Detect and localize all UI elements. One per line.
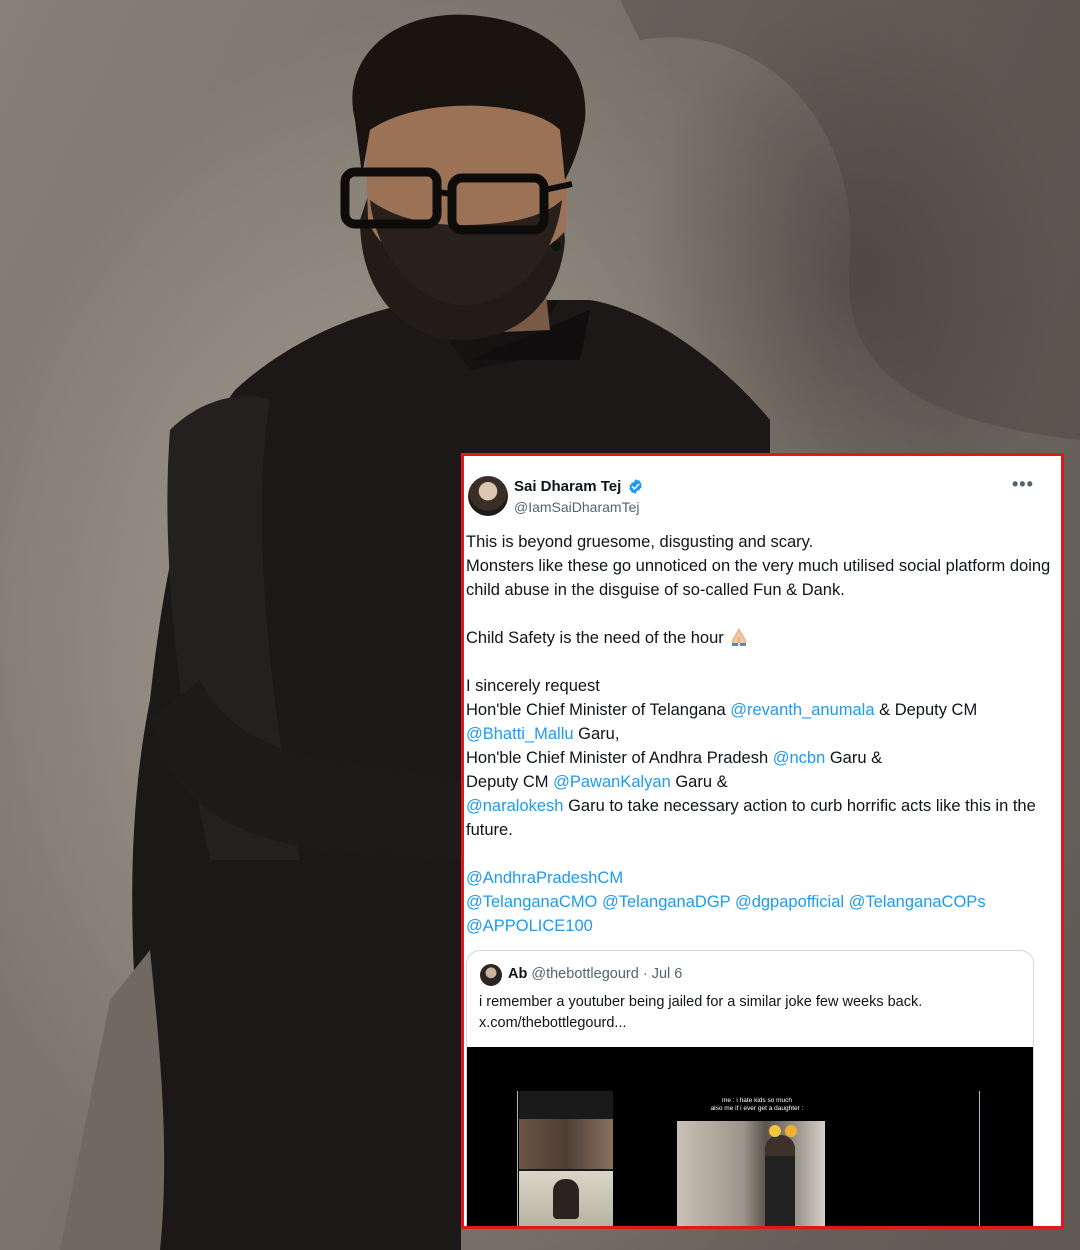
video-call-thumbnail xyxy=(519,1091,613,1226)
divider xyxy=(979,1091,980,1226)
mention-link[interactable]: @AndhraPradeshCM xyxy=(466,869,623,887)
folded-hands-icon xyxy=(731,628,747,646)
mention-link[interactable]: @TelanganaDGP xyxy=(602,893,730,911)
tweet-card: Sai Dharam Tej @IamSaiDharamTej ••• This… xyxy=(461,453,1064,1229)
meme-caption: me : i hate kids so much also me if i ev… xyxy=(687,1097,827,1113)
author-name[interactable]: Sai Dharam Tej xyxy=(514,478,621,495)
mention-link[interactable]: @Bhatti_Mallu xyxy=(466,725,574,743)
tweet-line: Monsters like these go unnoticed on the … xyxy=(466,557,1051,599)
quoted-avatar[interactable] xyxy=(480,964,502,986)
divider xyxy=(517,1091,518,1226)
quoted-tweet[interactable]: Ab @thebottlegourd · Jul 6 i remember a … xyxy=(466,950,1034,1226)
quoted-text: i remember a youtuber being jailed for a… xyxy=(479,992,1019,1034)
tweet-text-span: Hon'ble Chief Minister of Andhra Pradesh xyxy=(466,749,773,767)
quoted-handle[interactable]: @thebottlegourd xyxy=(531,966,638,982)
tweet-text-span: Deputy CM xyxy=(466,773,554,791)
tweet-line: @APPOLICE100 xyxy=(466,914,1051,938)
tweet-text-span: Child Safety is the need of the hour xyxy=(466,629,724,647)
quoted-header: Ab @thebottlegourd · Jul 6 xyxy=(508,966,682,982)
mention-link[interactable]: @APPOLICE100 xyxy=(466,917,593,935)
tweet-text: This is beyond gruesome, disgusting and … xyxy=(466,530,1051,938)
tweet-line: This is beyond gruesome, disgusting and … xyxy=(466,533,814,551)
more-dots-icon[interactable]: ••• xyxy=(1012,474,1034,495)
tweet-text-span: Garu, xyxy=(573,725,620,743)
meme-caption-line: me : i hate kids so much xyxy=(721,1097,793,1104)
quoted-date: · Jul 6 xyxy=(642,966,683,982)
mention-link[interactable]: @revanth_anumala xyxy=(730,701,874,719)
tweet-line: @TelanganaCMO @TelanganaDGP @dgpapoffici… xyxy=(466,890,1051,914)
tweet-line: Deputy CM @PawanKalyan Garu & xyxy=(466,770,1051,794)
tweet-line: Hon'ble Chief Minister of Andhra Pradesh… xyxy=(466,746,1051,770)
sad-face-icon xyxy=(785,1125,797,1137)
mention-link[interactable]: @ncbn xyxy=(773,749,826,767)
quoted-name[interactable]: Ab xyxy=(508,966,527,982)
mention-link[interactable]: @dgpapofficial xyxy=(735,893,844,911)
quoted-text-line: i remember a youtuber being jailed for a… xyxy=(479,994,923,1010)
tweet-line: Hon'ble Chief Minister of Telangana @rev… xyxy=(466,698,1051,746)
mention-link[interactable]: @TelanganaCMO xyxy=(466,893,597,911)
mention-link[interactable]: @naralokesh xyxy=(466,797,563,815)
verified-badge-icon xyxy=(629,479,642,494)
meme-caption-line: also me if i ever get a daughter : xyxy=(710,1105,804,1112)
tweet-text-span: Garu & xyxy=(825,749,883,767)
author-avatar[interactable] xyxy=(468,476,508,516)
meme-thumbnail xyxy=(677,1121,825,1226)
tweet-line: I sincerely request xyxy=(466,677,600,695)
mention-link[interactable]: @PawanKalyan xyxy=(553,773,671,791)
tweet-text-span: Hon'ble Chief Minister of Telangana xyxy=(466,701,731,719)
tweet-text-span: & Deputy CM xyxy=(874,701,978,719)
quoted-media[interactable]: me : i hate kids so much also me if i ev… xyxy=(467,1047,1033,1226)
tweet-line: Child Safety is the need of the hour xyxy=(466,626,1051,650)
confused-face-icon xyxy=(769,1125,781,1137)
quoted-link[interactable]: x.com/thebottlegourd... xyxy=(479,1013,1019,1034)
tweet-line: @AndhraPradeshCM xyxy=(466,866,1051,890)
author-handle[interactable]: @IamSaiDharamTej xyxy=(514,499,639,515)
tweet-text-span: Garu & xyxy=(670,773,728,791)
mention-link[interactable]: @TelanganaCOPs xyxy=(849,893,986,911)
tweet-line: @naralokesh Garu to take necessary actio… xyxy=(466,794,1051,842)
